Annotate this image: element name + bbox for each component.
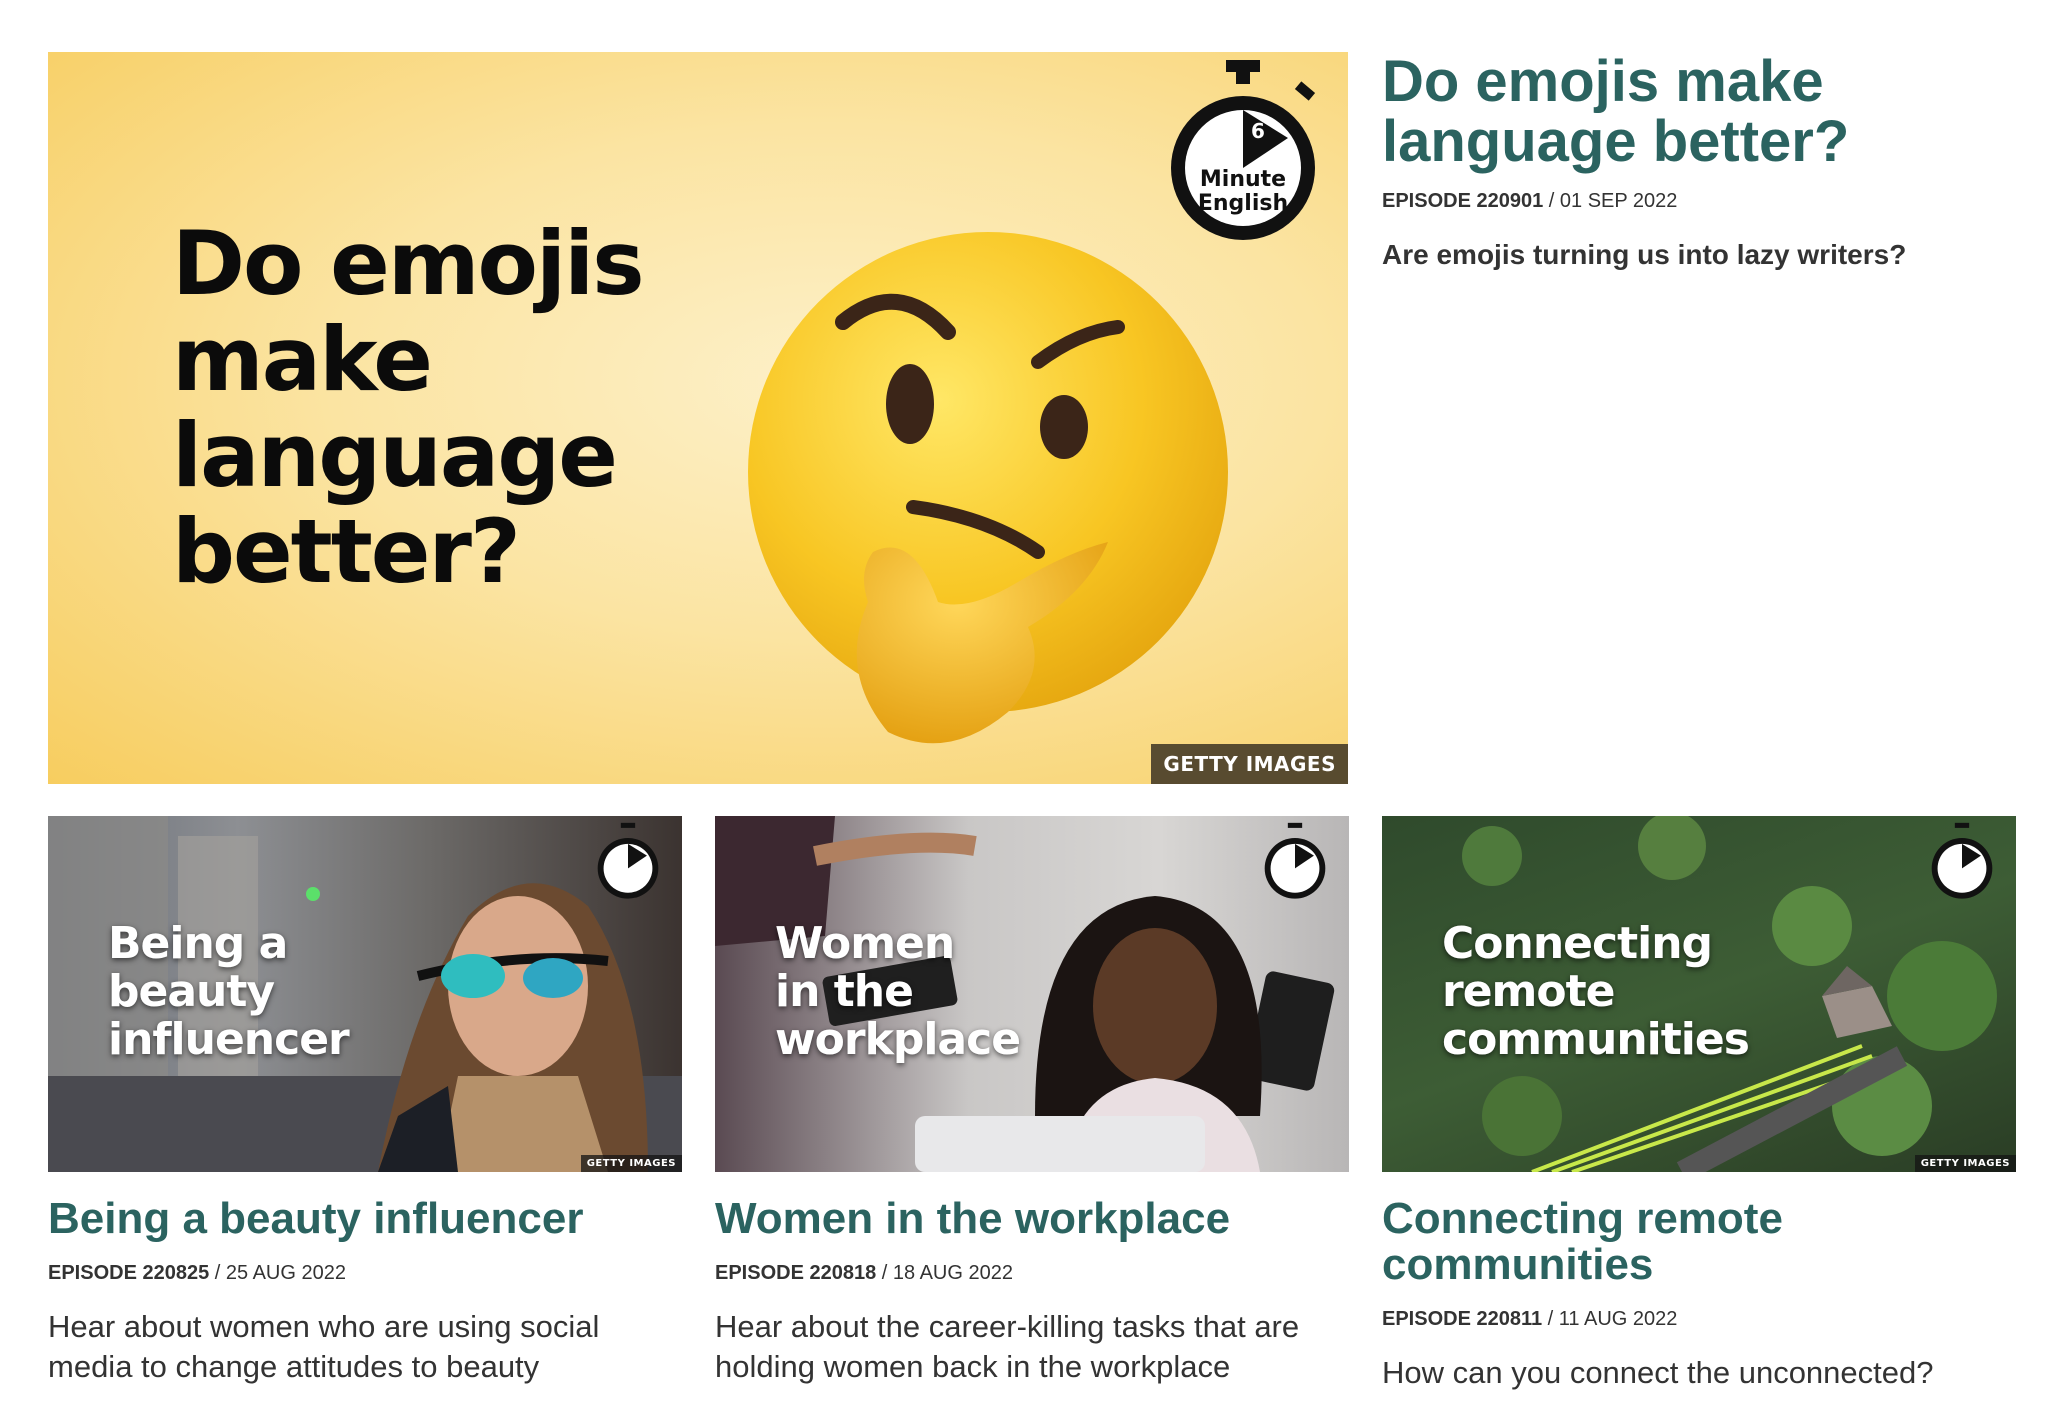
episode-meta: EPISODE 220825 / 25 AUG 2022 (48, 1262, 682, 1285)
feature-title-link[interactable]: Do emojis make language better? (1382, 52, 2022, 172)
feature-image-headline: Do emojis make language better? (172, 212, 645, 603)
image-credit: GETTY IMAGES (1914, 1155, 2016, 1172)
six-minute-english-badge-icon (597, 822, 659, 899)
image-credit: GETTY IMAGES (1151, 744, 1348, 784)
episode-title-link[interactable]: Connecting remote communities (1382, 1196, 2016, 1288)
episode-date: / 25 AUG 2022 (214, 1262, 346, 1284)
episode-description: How can you connect the unconnected? (1382, 1355, 1934, 1390)
episode-description: Hear about women who are using social me… (48, 1309, 600, 1384)
episode-label: EPISODE 220811 (1382, 1308, 1543, 1330)
thumbnail-overlay-title: Being a beauty influencer (108, 918, 350, 1065)
episode-date: / 11 AUG 2022 (1547, 1308, 1678, 1330)
svg-text:Minute: Minute (1200, 167, 1286, 192)
episode-thumbnail[interactable]: Women in the workplace (715, 816, 1349, 1172)
episode-meta: EPISODE 220818 / 18 AUG 2022 (715, 1262, 1349, 1285)
feature-meta: EPISODE 220901 / 01 SEP 2022 (1382, 190, 2022, 213)
feature-text: Do emojis make language better? EPISODE … (1382, 52, 2022, 271)
episode-title-link[interactable]: Women in the workplace (715, 1196, 1349, 1242)
episode-meta: EPISODE 220811 / 11 AUG 2022 (1382, 1308, 2016, 1331)
episode-thumbnail[interactable]: Being a beauty influencer GETTY IMAGES (48, 816, 682, 1172)
episode-label: EPISODE 220901 (1382, 190, 1544, 212)
six-minute-english-badge-icon: Minute English 6 (1171, 60, 1316, 240)
image-credit: GETTY IMAGES (580, 1155, 682, 1172)
thinking-face-emoji (748, 232, 1228, 744)
svg-text:6: 6 (1251, 119, 1265, 143)
episode-label: EPISODE 220825 (48, 1262, 210, 1284)
episode-card[interactable]: Women in the workplace Women in the work… (715, 816, 1349, 1387)
six-minute-english-badge-icon (1931, 822, 1993, 899)
episode-description: Hear about the career-killing tasks that… (715, 1309, 1300, 1384)
thumbnail-overlay-title: Connecting remote communities (1442, 918, 1750, 1065)
episode-card[interactable]: Being a beauty influencer GETTY IMAGES B… (48, 816, 682, 1387)
thumbnail-overlay-title: Women in the workplace (775, 918, 1021, 1065)
episode-date: / 18 AUG 2022 (881, 1262, 1013, 1284)
svg-text:English: English (1198, 191, 1288, 216)
six-minute-english-badge-icon (1264, 822, 1326, 899)
episode-label: EPISODE 220818 (715, 1262, 877, 1284)
episode-date: / 01 SEP 2022 (1548, 190, 1678, 212)
episode-card[interactable]: Connecting remote communities GETTY IMAG… (1382, 816, 2016, 1393)
episode-title-link[interactable]: Being a beauty influencer (48, 1196, 682, 1242)
feature-description: Are emojis turning us into lazy writers? (1382, 239, 1907, 270)
feature-image[interactable]: Do emojis make language better? Minute E… (48, 52, 1348, 784)
episode-thumbnail[interactable]: Connecting remote communities GETTY IMAG… (1382, 816, 2016, 1172)
